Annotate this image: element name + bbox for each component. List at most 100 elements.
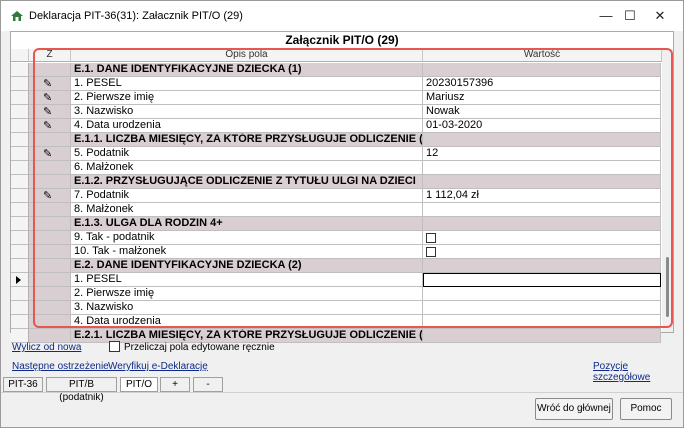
table-row: ✎ 4. Data urodzenia 01-03-2020: [11, 119, 661, 133]
value-cell[interactable]: [423, 203, 661, 217]
value-cell[interactable]: Mariusz: [423, 91, 661, 105]
row-selector[interactable]: [11, 273, 29, 287]
value-cell[interactable]: [423, 287, 661, 301]
row-selector[interactable]: [11, 287, 29, 301]
value-cell[interactable]: [423, 161, 661, 175]
z-cell: [29, 315, 71, 329]
help-button[interactable]: Pomoc: [620, 398, 672, 420]
field-label: E.1. DANE IDENTYFIKACYJNE DZIECKA (1): [71, 63, 423, 77]
row-selector[interactable]: [11, 147, 29, 161]
field-label: 4. Data urodzenia: [71, 119, 423, 133]
header-opis: Opis pola: [71, 49, 423, 62]
title-bar: Deklaracja PIT-36(31): Załacznik PIT/O (…: [1, 1, 683, 31]
value-cell[interactable]: 12: [423, 147, 661, 161]
row-selector[interactable]: [11, 91, 29, 105]
data-grid: Załącznik PIT/O (29) Z Opis pola Wartość…: [10, 31, 674, 343]
section-row: E.1.3. ULGA DLA RODZIN 4+: [11, 217, 661, 231]
table-row: 3. Nazwisko: [11, 301, 661, 315]
header-wartosc: Wartość: [423, 49, 662, 62]
value-cell[interactable]: 20230157396: [423, 77, 661, 91]
row-selector[interactable]: [11, 217, 29, 231]
tab-pit36[interactable]: PIT-36: [3, 377, 43, 392]
recalc-manual-checkbox[interactable]: [109, 341, 120, 352]
dialog-window: Deklaracja PIT-36(31): Załacznik PIT/O (…: [0, 0, 684, 428]
header-selector: [11, 49, 29, 62]
tab-remove[interactable]: -: [193, 377, 223, 392]
table-row: ✎ 3. Nazwisko Nowak: [11, 105, 661, 119]
value-checkbox-cell[interactable]: [423, 231, 661, 245]
z-cell: ✎: [29, 91, 71, 105]
z-cell: ✎: [29, 105, 71, 119]
tab-pito[interactable]: PIT/O: [120, 377, 158, 392]
row-selector[interactable]: [11, 231, 29, 245]
window-title: Deklaracja PIT-36(31): Załacznik PIT/O (…: [29, 10, 243, 22]
value-checkbox[interactable]: [426, 247, 436, 257]
section-row: E.1. DANE IDENTYFIKACYJNE DZIECKA (1): [11, 63, 661, 77]
row-selector[interactable]: [11, 63, 29, 77]
pencil-icon: ✎: [43, 120, 53, 132]
section-row: E.1.1. LICZBA MIESIĘCY, ZA KTÓRE PRZYSŁU…: [11, 133, 661, 147]
row-selector[interactable]: [11, 301, 29, 315]
row-selector[interactable]: [11, 161, 29, 175]
field-label: 2. Pierwsze imię: [71, 287, 423, 301]
field-label: 10. Tak - małżonek: [71, 245, 423, 259]
z-cell: [29, 161, 71, 175]
z-cell: ✎: [29, 77, 71, 91]
value-cell[interactable]: Nowak: [423, 105, 661, 119]
current-row-arrow-icon: [16, 276, 21, 284]
recalculate-link[interactable]: Wylicz od nowa: [12, 342, 81, 353]
table-row: 8. Małżonek: [11, 203, 661, 217]
value-cell[interactable]: [423, 301, 661, 315]
row-selector[interactable]: [11, 105, 29, 119]
pencil-icon: ✎: [43, 190, 53, 202]
next-warning-link[interactable]: Następne ostrzeżenie: [12, 361, 109, 372]
row-selector[interactable]: [11, 175, 29, 189]
z-cell: ✎: [29, 147, 71, 161]
row-selector[interactable]: [11, 133, 29, 147]
field-label: 3. Nazwisko: [71, 301, 423, 315]
field-label: 3. Nazwisko: [71, 105, 423, 119]
tab-add[interactable]: +: [160, 377, 190, 392]
section-row: E.1.2. PRZYSŁUGUJĄCE ODLICZENIE Z TYTUŁU…: [11, 175, 661, 189]
vertical-scrollbar[interactable]: [662, 49, 673, 332]
row-selector[interactable]: [11, 119, 29, 133]
row-selector[interactable]: [11, 245, 29, 259]
z-cell: ✎: [29, 189, 71, 203]
field-label: E.1.1. LICZBA MIESIĘCY, ZA KTÓRE PRZYSŁU…: [71, 133, 423, 147]
value-cell[interactable]: [423, 273, 661, 287]
row-selector[interactable]: [11, 189, 29, 203]
field-label: E.1.3. ULGA DLA RODZIN 4+: [71, 217, 423, 231]
value-cell: [423, 63, 661, 77]
z-cell: [29, 133, 71, 147]
field-label: E.2. DANE IDENTYFIKACYJNE DZIECKA (2): [71, 259, 423, 273]
value-cell[interactable]: 1 112,04 zł: [423, 189, 661, 203]
value-cell[interactable]: 01-03-2020: [423, 119, 661, 133]
row-selector[interactable]: [11, 315, 29, 329]
table-row: 10. Tak - małżonek: [11, 245, 661, 259]
field-label: E.2.1. LICZBA MIESIĘCY, ZA KTÓRE PRZYSŁU…: [71, 329, 423, 343]
table-row: 2. Pierwsze imię: [11, 287, 661, 301]
value-checkbox[interactable]: [426, 233, 436, 243]
details-link[interactable]: Pozycje szczegółowe: [593, 361, 683, 383]
verify-link[interactable]: Weryfikuj e-Deklarację: [108, 361, 208, 372]
field-label: 9. Tak - podatnik: [71, 231, 423, 245]
scrollbar-thumb[interactable]: [666, 257, 669, 317]
row-selector[interactable]: [11, 77, 29, 91]
row-selector[interactable]: [11, 329, 29, 343]
close-button[interactable]: ✕: [637, 1, 683, 31]
row-selector[interactable]: [11, 203, 29, 217]
value-cell[interactable]: [423, 315, 661, 329]
field-label: 6. Małżonek: [71, 161, 423, 175]
back-to-main-button[interactable]: Wróć do głównej: [535, 398, 613, 420]
field-label: 1. PESEL: [71, 77, 423, 91]
table-row: ✎ 5. Podatnik 12: [11, 147, 661, 161]
pencil-icon: ✎: [43, 78, 53, 90]
tab-pitb[interactable]: PIT/B (podatnik): [46, 377, 117, 403]
field-label: 1. PESEL: [71, 273, 423, 287]
pencil-icon: ✎: [43, 92, 53, 104]
z-cell: [29, 287, 71, 301]
value-checkbox-cell[interactable]: [423, 245, 661, 259]
row-selector[interactable]: [11, 259, 29, 273]
pencil-icon: ✎: [43, 106, 53, 118]
z-cell: [29, 217, 71, 231]
